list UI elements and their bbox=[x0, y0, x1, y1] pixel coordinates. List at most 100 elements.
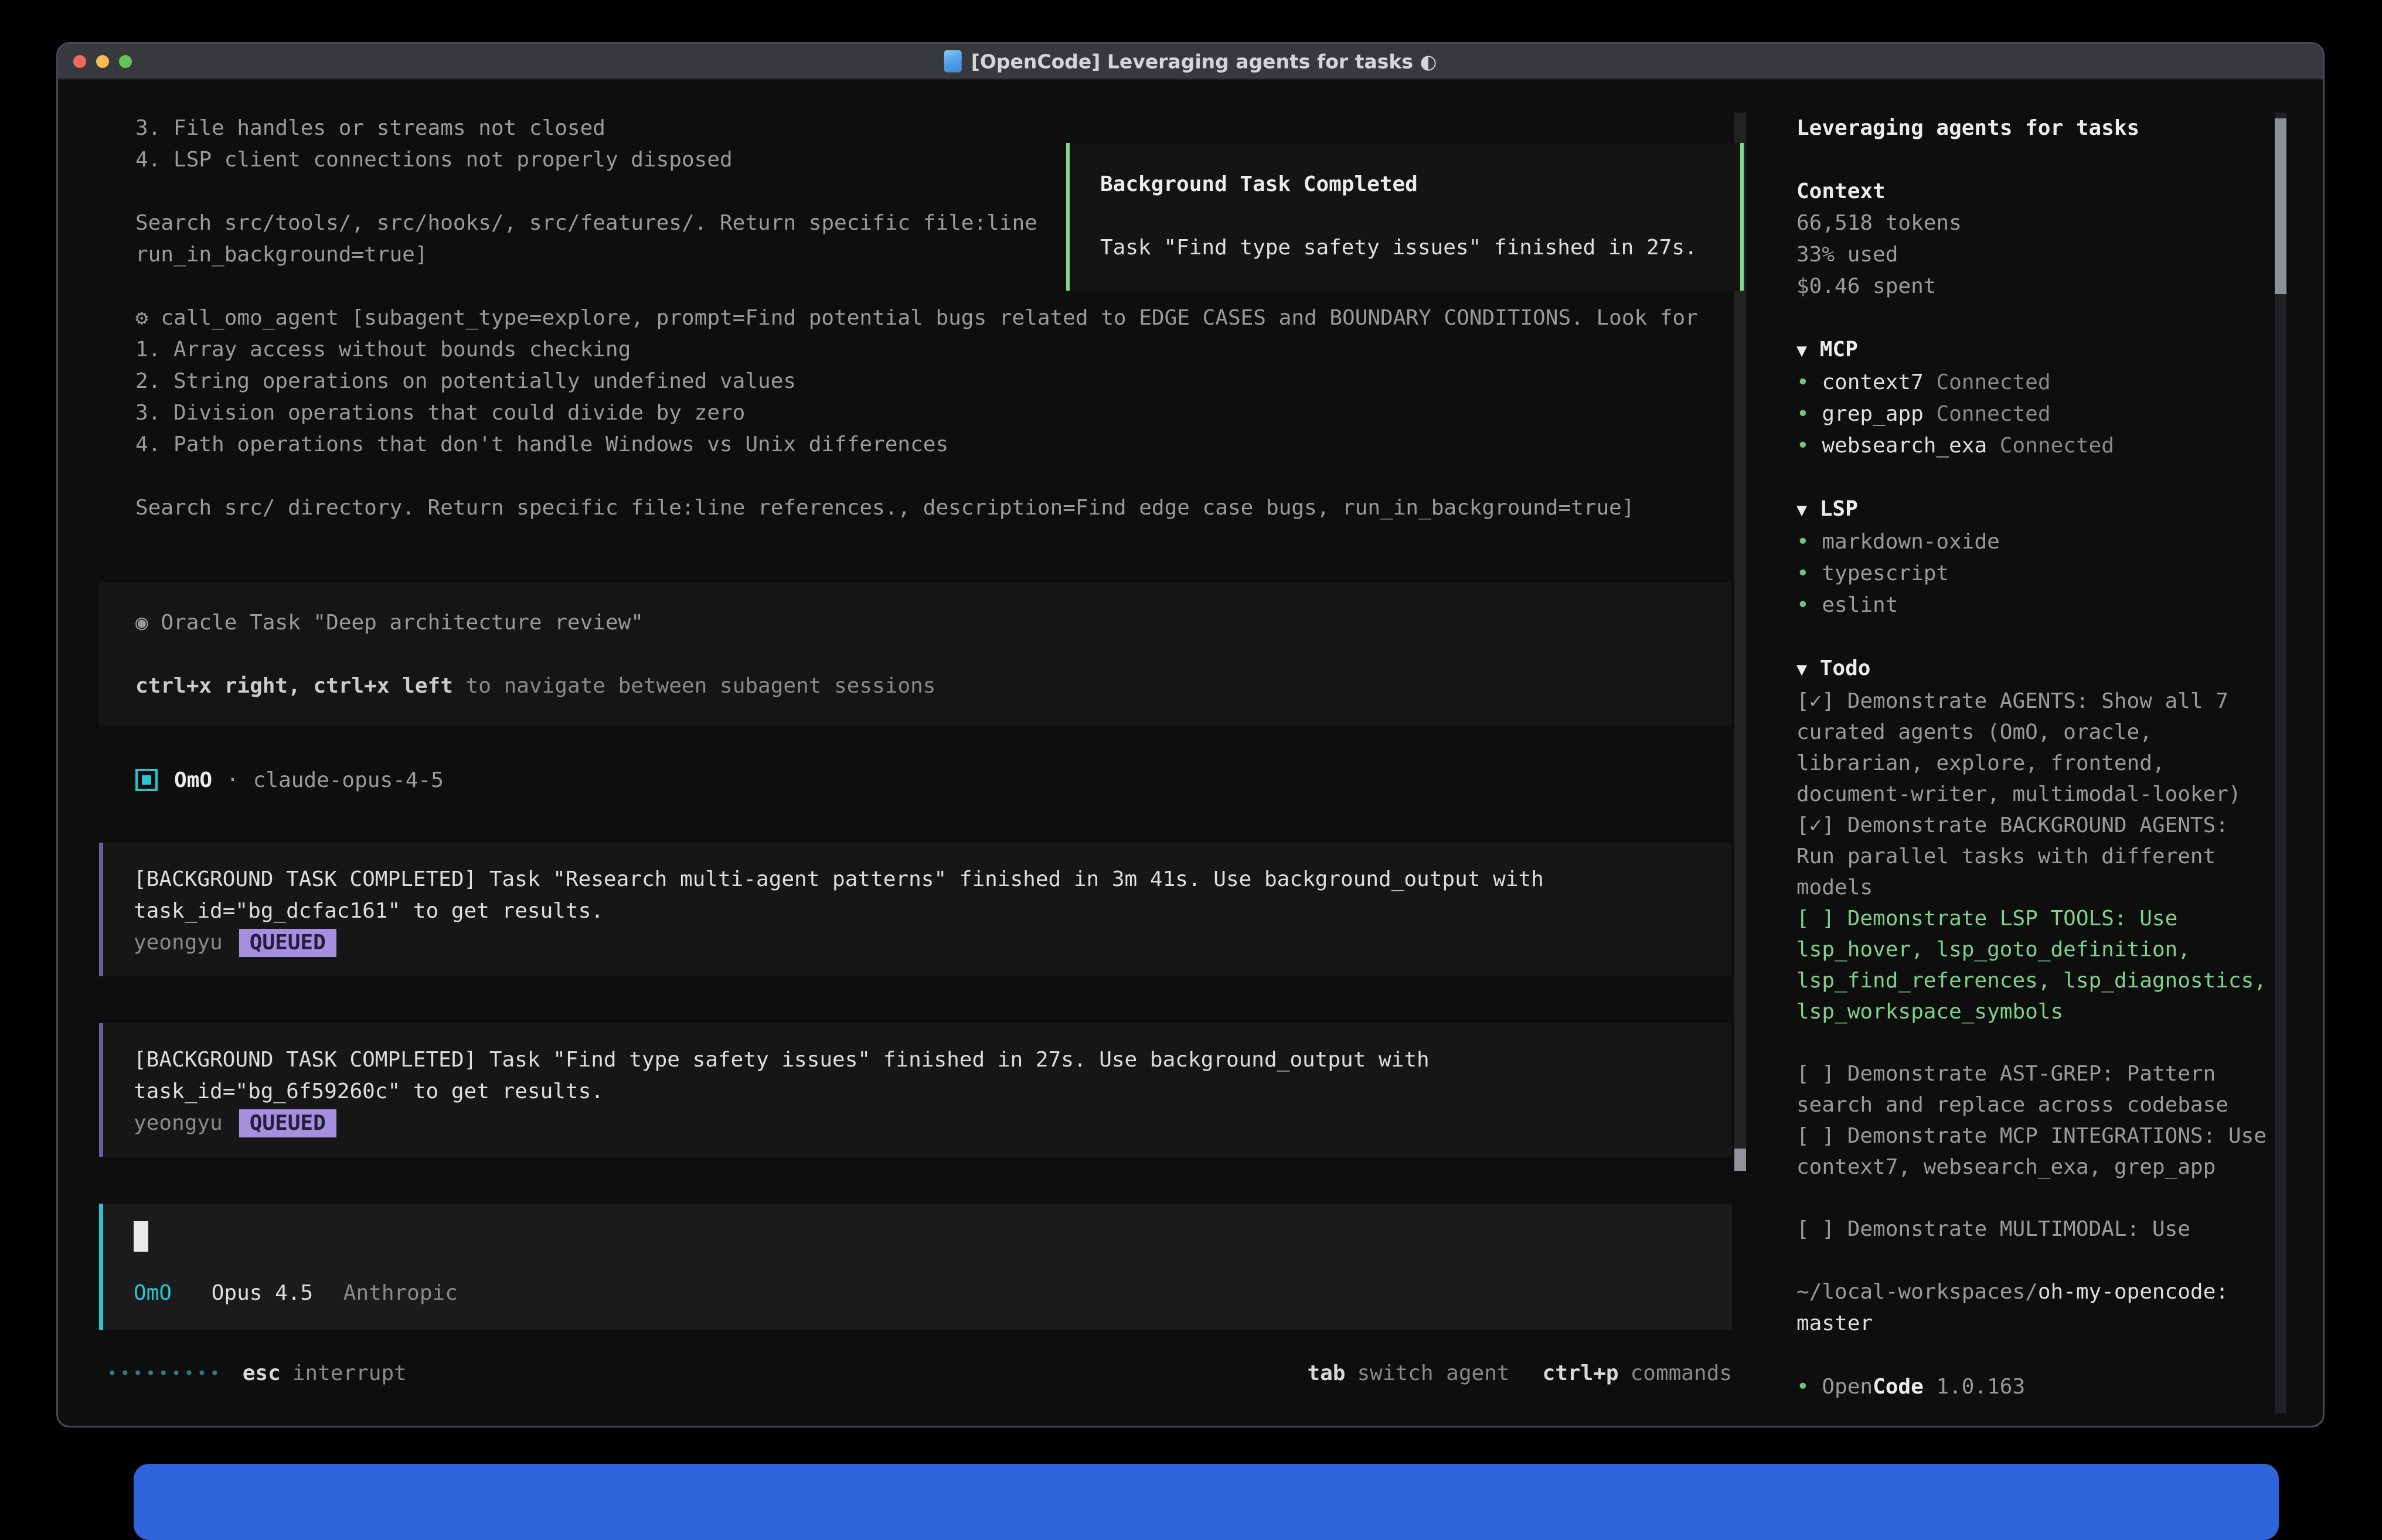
context-header: Context bbox=[1796, 176, 2271, 207]
input-provider-label: Anthropic bbox=[343, 1281, 458, 1305]
text-line: master bbox=[1796, 1308, 2271, 1340]
window-titlebar[interactable]: [OpenCode] Leveraging agents for tasks ◐ bbox=[58, 44, 2323, 80]
chat-scrollbar-thumb[interactable] bbox=[1734, 1149, 1746, 1171]
prompt-input[interactable]: OmO Opus 4.5 Anthropic bbox=[99, 1204, 1732, 1330]
text-line: 33% used bbox=[1796, 239, 2271, 271]
text-line: • OpenCode 1.0.163 bbox=[1796, 1371, 2271, 1403]
traffic-lights bbox=[73, 55, 132, 68]
queued-badge: QUEUED bbox=[239, 929, 336, 957]
esc-key-label: interrupt bbox=[292, 1361, 407, 1385]
collapse-triangle-icon: ▼ bbox=[1796, 659, 1807, 680]
agent-name: OmO bbox=[174, 768, 212, 792]
oracle-panel-lines: ◉ Oracle Task "Deep architecture review"… bbox=[135, 607, 1732, 702]
sidebar: Leveraging agents for tasks Context 66,5… bbox=[1770, 80, 2323, 1426]
context-stats: 66,518 tokens33% used$0.46 spent bbox=[1796, 207, 2271, 302]
lsp-list: • markdown-oxide• typescript• eslint bbox=[1796, 526, 2271, 621]
todo-item: [✓] Demonstrate AGENTS: Show all 7 curat… bbox=[1796, 686, 2271, 810]
input-agent-label: OmO bbox=[134, 1281, 172, 1305]
task-user: yeongyu bbox=[134, 1108, 223, 1139]
toast-title: Background Task Completed bbox=[1100, 169, 1740, 200]
document-icon bbox=[944, 50, 962, 73]
todo-checkbox: [ ] bbox=[1796, 907, 1847, 931]
collapse-triangle-icon: ▼ bbox=[1796, 340, 1807, 361]
todo-checkbox: [ ] bbox=[1796, 1062, 1847, 1086]
text-line: $0.46 spent bbox=[1796, 271, 2271, 302]
text-line: • context7 Connected bbox=[1796, 367, 2271, 398]
mcp-list: • context7 Connected• grep_app Connected… bbox=[1796, 367, 2271, 462]
sidebar-scrollbar[interactable] bbox=[2275, 113, 2286, 1413]
text-line: ⚙ call_omo_agent [subagent_type=explore,… bbox=[135, 302, 1732, 334]
todo-text: Demonstrate LSP TOOLS: Use lsp_hover, ls… bbox=[1796, 907, 2279, 1024]
text-cursor bbox=[134, 1221, 148, 1252]
todo-item: [ ] Demonstrate MCP INTEGRATIONS: Use co… bbox=[1796, 1120, 2271, 1183]
omo-agent-icon bbox=[135, 769, 158, 791]
toast-spacer bbox=[1100, 200, 1740, 232]
window-title: [OpenCode] Leveraging agents for tasks ◐ bbox=[944, 50, 1437, 73]
task-message-meta: yeongyu QUEUED bbox=[134, 1108, 1709, 1139]
close-button[interactable] bbox=[73, 55, 86, 68]
todo-text: Demonstrate MULTIMODAL: Use bbox=[1847, 1217, 2190, 1241]
mcp-header[interactable]: ▼ MCP bbox=[1796, 334, 2271, 367]
task-message-line: [BACKGROUND TASK COMPLETED] Task "Find t… bbox=[134, 1044, 1709, 1076]
text-line: • grep_app Connected bbox=[1796, 398, 2271, 430]
todo-section: ▼ Todo [✓] Demonstrate AGENTS: Show all … bbox=[1796, 653, 2271, 1245]
todo-item: [ ] Demonstrate MULTIMODAL: Use bbox=[1796, 1214, 2271, 1245]
input-cursor-row bbox=[134, 1221, 1709, 1254]
text-line bbox=[135, 639, 1732, 670]
task-message-line: [BACKGROUND TASK COMPLETED] Task "Resear… bbox=[134, 864, 1709, 895]
input-model-row: OmO Opus 4.5 Anthropic bbox=[134, 1277, 1709, 1309]
notification-toast[interactable]: Background Task Completed Task "Find typ… bbox=[1066, 143, 1744, 291]
terminal-area: 3. File handles or streams not closed 4. … bbox=[58, 80, 2323, 1426]
session-title: Leveraging agents for tasks bbox=[1796, 113, 2271, 144]
ctrlp-key-label: commands bbox=[1631, 1361, 1732, 1385]
todo-checkbox: [✓] bbox=[1796, 689, 1847, 713]
background-task-message-2: [BACKGROUND TASK COMPLETED] Task "Find t… bbox=[99, 1023, 1732, 1157]
text-line: 2. String operations on potentially unde… bbox=[135, 366, 1732, 397]
lsp-section: ▼ LSP • markdown-oxide• typescript• esli… bbox=[1796, 493, 2271, 621]
agent-separator: · bbox=[226, 768, 239, 792]
todo-text: Demonstrate AST-GREP: Pattern search and… bbox=[1796, 1062, 2228, 1117]
chat-main: 3. File handles or streams not closed 4. … bbox=[58, 80, 1770, 1426]
context-section: Context 66,518 tokens33% used$0.46 spent bbox=[1796, 176, 2271, 302]
task-message-line: task_id="bg_dcfac161" to get results. bbox=[134, 895, 1709, 927]
text-line: ctrl+x right, ctrl+x left to navigate be… bbox=[135, 670, 1732, 702]
minimize-button[interactable] bbox=[96, 55, 109, 68]
oracle-task-panel: ◉ Oracle Task "Deep architecture review"… bbox=[99, 582, 1732, 727]
todo-checkbox: [✓] bbox=[1796, 813, 1847, 837]
todo-item: [ ] Demonstrate LSP TOOLS: Use lsp_hover… bbox=[1796, 903, 2271, 1027]
text-line: 4. Path operations that don't handle Win… bbox=[135, 429, 1732, 461]
tool-call-block: ⚙ call_omo_agent [subagent_type=explore,… bbox=[135, 302, 1732, 524]
text-line: • typescript bbox=[1796, 558, 2271, 590]
text-line: 3. Division operations that could divide… bbox=[135, 397, 1732, 429]
opencode-window: [OpenCode] Leveraging agents for tasks ◐… bbox=[56, 42, 2325, 1427]
mcp-section: ▼ MCP • context7 Connected• grep_app Con… bbox=[1796, 334, 2271, 462]
task-message-line: task_id="bg_6f59260c" to get results. bbox=[134, 1076, 1709, 1108]
todo-text: Demonstrate AGENTS: Show all 7 curated a… bbox=[1796, 689, 2241, 806]
dock-strip bbox=[134, 1464, 2279, 1540]
tab-key-label: switch agent bbox=[1357, 1361, 1509, 1385]
esc-key-hint: esc bbox=[243, 1361, 281, 1385]
sidebar-scrollbar-thumb[interactable] bbox=[2275, 118, 2286, 294]
text-line: • websearch_exa Connected bbox=[1796, 430, 2271, 462]
queued-badge: QUEUED bbox=[239, 1109, 336, 1137]
background-task-message-1: [BACKGROUND TASK COMPLETED] Task "Resear… bbox=[99, 843, 1732, 976]
text-line: Search src/ directory. Return specific f… bbox=[135, 492, 1732, 524]
text-line: 1. Array access without bounds checking bbox=[135, 334, 1732, 366]
text-line: ◉ Oracle Task "Deep architecture review" bbox=[135, 607, 1732, 639]
lsp-header[interactable]: ▼ LSP bbox=[1796, 493, 2271, 526]
maximize-button[interactable] bbox=[119, 55, 132, 68]
text-line: 3. File handles or streams not closed bbox=[135, 113, 1732, 144]
tab-key-hint: tab bbox=[1307, 1361, 1345, 1385]
todo-item: [ ] Demonstrate AST-GREP: Pattern search… bbox=[1796, 1058, 2271, 1120]
text-line: • markdown-oxide bbox=[1796, 526, 2271, 558]
input-model-label: Opus 4.5 bbox=[212, 1281, 313, 1305]
todo-text: Demonstrate MCP INTEGRATIONS: Use contex… bbox=[1796, 1124, 2279, 1179]
todo-checkbox: [ ] bbox=[1796, 1124, 1847, 1148]
version-line: • OpenCode 1.0.163 bbox=[1796, 1371, 2271, 1403]
collapse-triangle-icon: ▼ bbox=[1796, 500, 1807, 520]
todo-header[interactable]: ▼ Todo bbox=[1796, 653, 2271, 686]
task-user: yeongyu bbox=[134, 927, 223, 959]
todo-text: Demonstrate BACKGROUND AGENTS: Run paral… bbox=[1796, 813, 2241, 900]
agent-model: claude-opus-4-5 bbox=[253, 768, 444, 792]
text-line: • eslint bbox=[1796, 590, 2271, 621]
